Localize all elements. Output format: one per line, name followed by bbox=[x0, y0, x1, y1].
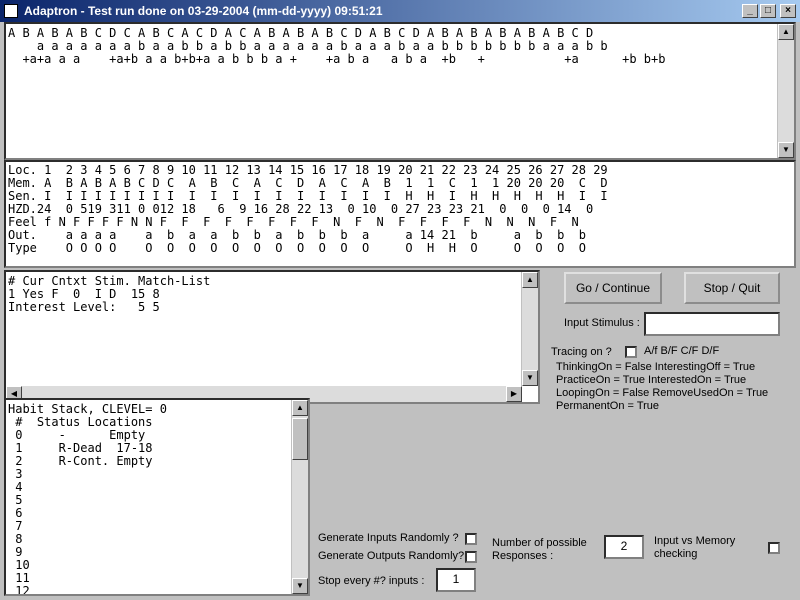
close-button[interactable]: × bbox=[780, 4, 796, 18]
stop-every-label: Stop every #? inputs : bbox=[318, 575, 425, 587]
tracing-label: Tracing on ? bbox=[551, 346, 612, 358]
habit-scrollbar[interactable]: ▲ ▼ bbox=[291, 400, 308, 594]
input-stimulus-field[interactable] bbox=[644, 312, 780, 336]
habit-line: 12 bbox=[8, 584, 30, 596]
stop-quit-button[interactable]: Stop / Quit bbox=[684, 272, 780, 304]
maximize-button[interactable]: □ bbox=[760, 4, 776, 18]
generate-inputs-label: Generate Inputs Randomly ? bbox=[318, 532, 459, 544]
stimulus-pane[interactable]: A B A B A B C D C A B C A C D A C A B A … bbox=[4, 22, 796, 160]
scroll-down-arrow-icon[interactable]: ▼ bbox=[522, 370, 538, 386]
tracing-options: A/f B/F C/F D/F bbox=[644, 345, 720, 357]
title-bar: Adaptron - Test run done on 03-29-2004 (… bbox=[0, 0, 800, 22]
status-line-3: LoopingOn = False RemoveUsedOn = True bbox=[556, 387, 769, 399]
minimize-button[interactable]: _ bbox=[742, 4, 758, 18]
stim-line-3: +a+a a a +a+b a a b+b+a a b b b a + +a b… bbox=[8, 52, 666, 66]
input-vs-memory-label-line1: Input vs Memory bbox=[654, 535, 736, 547]
num-responses-field[interactable]: 2 bbox=[604, 535, 644, 559]
match-list-pane[interactable]: # Cur Cntxt Stim. Match-List 1 Yes F 0 I… bbox=[4, 270, 540, 404]
habit-line: 2 R-Cont. Empty bbox=[8, 454, 153, 468]
scroll-up-arrow-icon[interactable]: ▲ bbox=[522, 272, 538, 288]
habit-stack-pane[interactable]: Habit Stack, CLEVEL= 0 # Status Location… bbox=[4, 398, 310, 596]
status-line-4: PermanentOn = True bbox=[556, 400, 660, 412]
app-icon bbox=[4, 4, 18, 18]
window-title: Adaptron - Test run done on 03-29-2004 (… bbox=[24, 4, 383, 18]
num-responses-label-line2: Responses : bbox=[492, 550, 554, 562]
input-vs-memory-label-line2: checking bbox=[654, 548, 698, 560]
scroll-up-arrow-icon[interactable]: ▲ bbox=[778, 24, 794, 40]
input-stimulus-label: Input Stimulus : bbox=[564, 317, 640, 329]
go-continue-button[interactable]: Go / Continue bbox=[564, 272, 662, 304]
scroll-down-arrow-icon[interactable]: ▼ bbox=[292, 578, 308, 594]
memory-table-pane: Loc. 1 2 3 4 5 6 7 8 9 10 11 12 13 14 15… bbox=[4, 160, 796, 268]
stimulus-scrollbar[interactable]: ▲ ▼ bbox=[777, 24, 794, 158]
status-line-2: PracticeOn = True InterestedOn = True bbox=[556, 374, 747, 386]
scroll-right-arrow-icon[interactable]: ▶ bbox=[506, 386, 522, 402]
tracing-checkbox[interactable] bbox=[625, 346, 637, 358]
stop-every-field[interactable]: 1 bbox=[436, 568, 476, 592]
status-line-1: ThinkingOn = False InterestingOff = True bbox=[556, 361, 756, 373]
scroll-down-arrow-icon[interactable]: ▼ bbox=[778, 142, 794, 158]
generate-inputs-checkbox[interactable] bbox=[465, 533, 477, 545]
generate-outputs-label: Generate Outputs Randomly? bbox=[318, 550, 465, 562]
generate-outputs-checkbox[interactable] bbox=[465, 551, 477, 563]
scroll-thumb[interactable] bbox=[292, 418, 308, 460]
match-line-3: Interest Level: 5 5 bbox=[8, 300, 160, 314]
match-vertical-scrollbar[interactable]: ▲ ▼ bbox=[521, 272, 538, 386]
input-vs-memory-checkbox[interactable] bbox=[768, 542, 780, 554]
scroll-up-arrow-icon[interactable]: ▲ bbox=[292, 400, 308, 416]
num-responses-label-line1: Number of possible bbox=[492, 537, 587, 549]
mem-row-type: Type O O O O O O O O O O O O O O O O H H… bbox=[8, 241, 586, 255]
